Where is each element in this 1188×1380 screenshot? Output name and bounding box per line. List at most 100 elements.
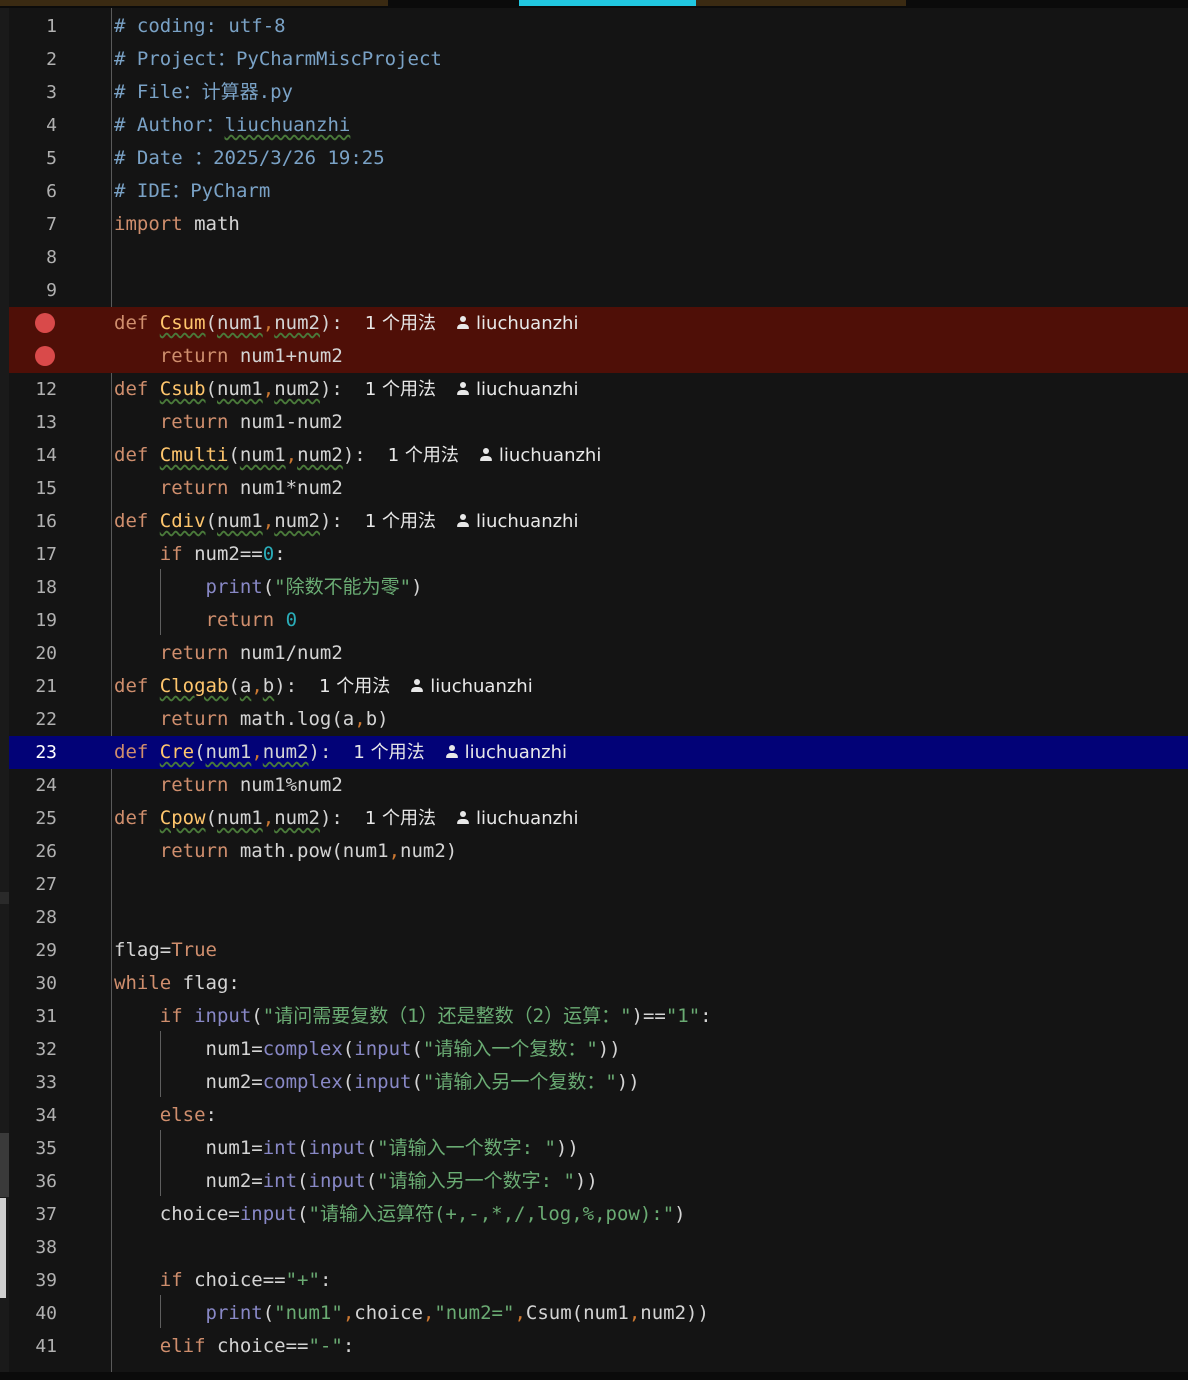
line-number[interactable]: 12 xyxy=(9,373,57,406)
code-line[interactable]: 23 def Cre(num1,num2): 1 个用法 liuchuanzhi xyxy=(9,736,1188,769)
code-token: ) xyxy=(411,576,423,598)
line-number[interactable]: 39 xyxy=(9,1264,57,1297)
code-line[interactable]: 17 if num2==0: xyxy=(9,538,1188,571)
comment: # coding: utf-8 xyxy=(114,15,286,37)
code-line[interactable]: 4 # Author：liuchuanzhi xyxy=(9,109,1188,142)
code-line[interactable]: 31 if input("请问需要复数（1）还是整数（2）运算：")=="1": xyxy=(9,1000,1188,1033)
code-editor[interactable]: 1 # coding: utf-8 2 # Project：PyCharmMiscPr… xyxy=(9,8,1188,1372)
line-number[interactable]: 17 xyxy=(9,538,57,571)
code-line[interactable]: 29 flag=True xyxy=(9,934,1188,967)
code-text: else: xyxy=(114,1099,217,1132)
code-line[interactable]: 30 while flag: xyxy=(9,967,1188,1000)
code-line[interactable]: 6 # IDE：PyCharm xyxy=(9,175,1188,208)
code-line[interactable]: 22 return math.log(a,b) xyxy=(9,703,1188,736)
parameter: num1 xyxy=(216,807,263,829)
code-line[interactable]: 33 num2=complex(input("请输入另一个复数：")) xyxy=(9,1066,1188,1099)
code-line[interactable]: 41 elif choice=="-": xyxy=(9,1330,1188,1363)
code-line[interactable]: 20 return num1/num2 xyxy=(9,637,1188,670)
line-number[interactable]: 25 xyxy=(9,802,57,835)
line-number[interactable]: 22 xyxy=(9,703,57,736)
line-number[interactable]: 41 xyxy=(9,1330,57,1363)
code-line[interactable]: 19 return 0 xyxy=(9,604,1188,637)
code-line[interactable]: 12 def Csub(num1,num2): 1 个用法 liuchuanzhi xyxy=(9,373,1188,406)
code-line[interactable]: 36 num2=int(input("请输入另一个数字: ")) xyxy=(9,1165,1188,1198)
line-number[interactable]: 7 xyxy=(9,208,57,241)
line-number[interactable]: 2 xyxy=(9,43,57,76)
code-line[interactable]: 21 def Clogab(a,b): 1 个用法 liuchuanzhi xyxy=(9,670,1188,703)
code-line[interactable]: 14 def Cmulti(num1,num2): 1 个用法 liuchuanzhi xyxy=(9,439,1188,472)
line-number[interactable] xyxy=(9,307,57,340)
person-icon xyxy=(456,811,470,825)
line-number[interactable]: 18 xyxy=(9,571,57,604)
line-number[interactable]: 19 xyxy=(9,604,57,637)
line-number[interactable]: 35 xyxy=(9,1132,57,1165)
author-hint: liuchuanzhi xyxy=(464,742,568,763)
code-line[interactable]: 3 # File：计算器.py xyxy=(9,76,1188,109)
code-line[interactable]: 1 # coding: utf-8 xyxy=(9,10,1188,43)
code-line[interactable]: def Csum(num1,num2): 1 个用法 liuchuanzhi xyxy=(9,307,1188,340)
line-number[interactable]: 16 xyxy=(9,505,57,538)
code-line[interactable]: 27 xyxy=(9,868,1188,901)
line-number[interactable]: 24 xyxy=(9,769,57,802)
code-line[interactable]: 13 return num1-num2 xyxy=(9,406,1188,439)
line-number[interactable]: 28 xyxy=(9,901,57,934)
code-line[interactable]: 9 xyxy=(9,274,1188,307)
code-line[interactable]: 15 return num1*num2 xyxy=(9,472,1188,505)
code-line[interactable]: 40 print("num1",choice,"num2=",Csum(num1… xyxy=(9,1297,1188,1330)
line-number[interactable]: 6 xyxy=(9,175,57,208)
code-line[interactable]: 25 def Cpow(num1,num2): 1 个用法 liuchuanzhi xyxy=(9,802,1188,835)
line-number[interactable]: 15 xyxy=(9,472,57,505)
code-token: int xyxy=(262,1137,298,1159)
line-number[interactable]: 5 xyxy=(9,142,57,175)
code-token: def xyxy=(114,741,160,763)
code-line[interactable]: 2 # Project：PyCharmMiscProject xyxy=(9,43,1188,76)
breakpoint-icon[interactable] xyxy=(35,313,55,333)
line-number[interactable]: 13 xyxy=(9,406,57,439)
line-number[interactable]: 8 xyxy=(9,241,57,274)
code-line[interactable]: 39 if choice=="+": xyxy=(9,1264,1188,1297)
line-number[interactable]: 32 xyxy=(9,1033,57,1066)
line-number[interactable]: 26 xyxy=(9,835,57,868)
code-line[interactable]: 7 import math xyxy=(9,208,1188,241)
line-number[interactable]: 4 xyxy=(9,109,57,142)
code-line[interactable]: return num1+num2 xyxy=(9,340,1188,373)
code-token: ( xyxy=(411,1038,423,1060)
code-line[interactable]: 18 print("除数不能为零") xyxy=(9,571,1188,604)
line-number[interactable]: 38 xyxy=(9,1231,57,1264)
line-number[interactable]: 40 xyxy=(9,1297,57,1330)
code-line[interactable]: 28 xyxy=(9,901,1188,934)
line-number[interactable]: 14 xyxy=(9,439,57,472)
code-line[interactable]: 8 xyxy=(9,241,1188,274)
line-number[interactable]: 29 xyxy=(9,934,57,967)
code-line[interactable]: 32 num1=complex(input("请输入一个复数：")) xyxy=(9,1033,1188,1066)
code-line[interactable]: 38 xyxy=(9,1231,1188,1264)
line-number[interactable]: 9 xyxy=(9,274,57,307)
code-token: print xyxy=(205,576,263,598)
code-line[interactable]: 34 else: xyxy=(9,1099,1188,1132)
code-line[interactable]: 35 num1=int(input("请输入一个数字: ")) xyxy=(9,1132,1188,1165)
code-line[interactable]: 37 choice=input("请输入运算符(+,-,*,/,log,%,po… xyxy=(9,1198,1188,1231)
line-number[interactable] xyxy=(9,340,57,373)
line-number[interactable]: 34 xyxy=(9,1099,57,1132)
line-number[interactable]: 3 xyxy=(9,76,57,109)
line-number[interactable]: 36 xyxy=(9,1165,57,1198)
code-token: ( xyxy=(342,1071,355,1093)
line-number[interactable]: 27 xyxy=(9,868,57,901)
code-line[interactable]: 24 return num1%num2 xyxy=(9,769,1188,802)
line-number[interactable]: 30 xyxy=(9,967,57,1000)
code-line[interactable]: 16 def Cdiv(num1,num2): 1 个用法 liuchuanzhi xyxy=(9,505,1188,538)
line-number[interactable]: 37 xyxy=(9,1198,57,1231)
line-number[interactable]: 20 xyxy=(9,637,57,670)
line-number[interactable]: 23 xyxy=(9,736,57,769)
code-token: ): xyxy=(308,741,332,763)
line-number[interactable]: 31 xyxy=(9,1000,57,1033)
line-number[interactable]: 1 xyxy=(9,10,57,43)
code-line[interactable]: 26 return math.pow(num1,num2) xyxy=(9,835,1188,868)
breakpoint-icon[interactable] xyxy=(35,346,55,366)
scroll-track[interactable] xyxy=(0,1198,6,1298)
line-number[interactable]: 33 xyxy=(9,1066,57,1099)
code-line[interactable]: 5 # Date ：2025/3/26 19:25 xyxy=(9,142,1188,175)
code-token: num1= xyxy=(205,1038,263,1060)
line-number[interactable]: 21 xyxy=(9,670,57,703)
parameter: num1 xyxy=(216,510,263,532)
